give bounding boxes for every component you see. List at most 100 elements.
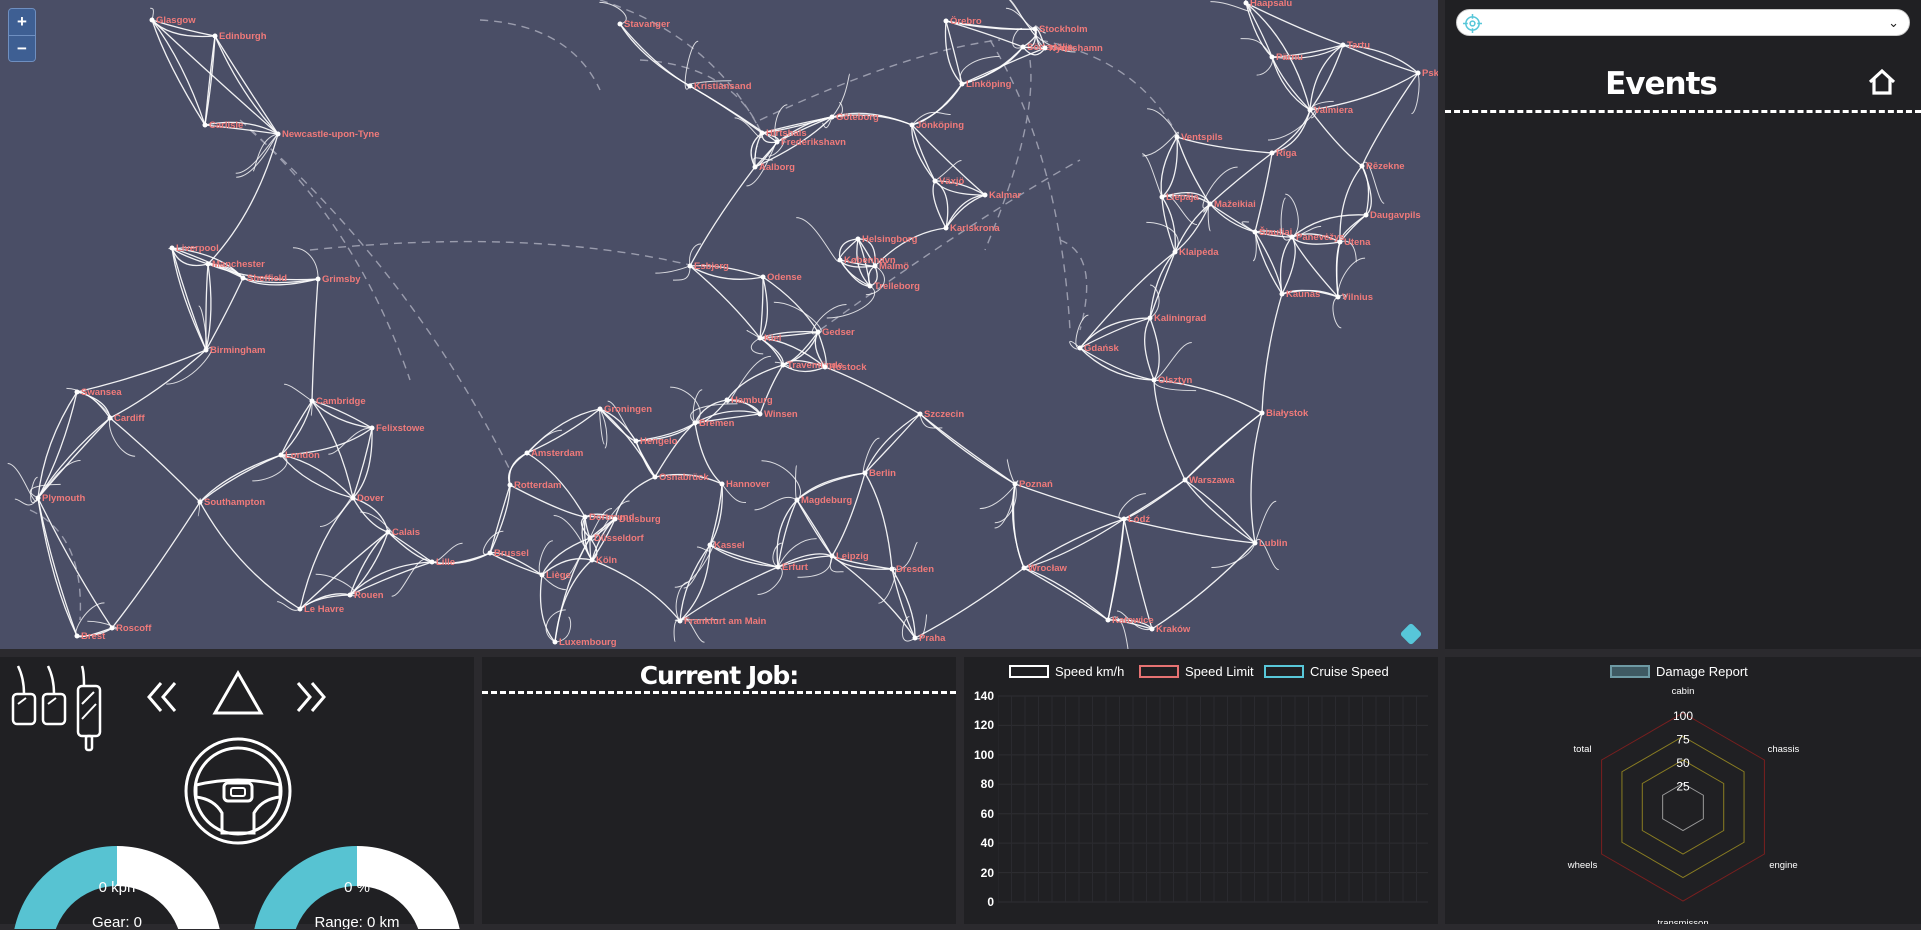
city-label[interactable]: Vilnius xyxy=(1342,292,1373,303)
city-marker[interactable] xyxy=(297,606,303,612)
city-label[interactable]: Odense xyxy=(767,272,802,283)
city-marker[interactable] xyxy=(429,559,435,565)
city-marker[interactable] xyxy=(109,625,115,631)
city-label[interactable]: Leipzig xyxy=(836,551,869,562)
city-label[interactable]: Stockholm xyxy=(1039,24,1088,35)
city-label[interactable]: Sheffield xyxy=(247,273,287,284)
city-marker[interactable] xyxy=(837,257,843,263)
city-marker[interactable] xyxy=(1252,540,1258,546)
city-label[interactable]: Berlin xyxy=(869,468,896,479)
city-marker[interactable] xyxy=(524,450,530,456)
city-label[interactable]: Osnabrück xyxy=(659,472,709,483)
city-marker[interactable] xyxy=(932,178,938,184)
city-marker[interactable] xyxy=(74,389,80,395)
city-label[interactable]: Winsen xyxy=(764,409,798,420)
city-label[interactable]: Aalborg xyxy=(759,162,795,173)
city-label[interactable]: Calais xyxy=(392,527,420,538)
city-label[interactable]: Lublin xyxy=(1259,538,1288,549)
city-label[interactable]: Rostock xyxy=(829,362,867,373)
city-label[interactable]: Felixstowe xyxy=(376,423,425,434)
city-label[interactable]: Örebro xyxy=(950,16,982,27)
city-label[interactable]: Daugavpils xyxy=(1370,210,1421,221)
city-marker[interactable] xyxy=(1020,44,1026,50)
city-label[interactable]: Jönköping xyxy=(916,120,964,131)
city-marker[interactable] xyxy=(597,406,603,412)
city-marker[interactable] xyxy=(197,499,203,505)
city-label[interactable]: Frankfurt am Main xyxy=(684,616,767,627)
city-label[interactable]: Frederikshavn xyxy=(781,137,846,148)
city-marker[interactable] xyxy=(35,495,41,501)
city-marker[interactable] xyxy=(909,122,915,128)
city-marker[interactable] xyxy=(687,263,693,269)
city-marker[interactable] xyxy=(369,425,375,431)
city-marker[interactable] xyxy=(385,529,391,535)
city-label[interactable]: Southampton xyxy=(204,497,265,508)
city-label[interactable]: Erfurt xyxy=(782,562,809,573)
city-label[interactable]: Köln xyxy=(596,555,617,566)
city-label[interactable]: Liège xyxy=(546,570,571,581)
city-marker[interactable] xyxy=(822,364,828,370)
city-label[interactable]: Kaunas xyxy=(1286,289,1320,300)
city-label[interactable]: Cardiff xyxy=(114,413,145,424)
left-turn-signal-icon[interactable] xyxy=(143,677,183,717)
city-label[interactable]: Edinburgh xyxy=(219,31,267,42)
city-label[interactable]: Hamburg xyxy=(731,395,773,406)
city-marker[interactable] xyxy=(677,618,683,624)
city-label[interactable]: Bremen xyxy=(699,418,735,429)
city-label[interactable]: Rotterdam xyxy=(514,480,562,491)
city-marker[interactable] xyxy=(829,114,835,120)
legend-speed-limit[interactable]: Speed Limit xyxy=(1139,663,1254,679)
city-marker[interactable] xyxy=(982,192,988,198)
city-marker[interactable] xyxy=(1359,163,1365,169)
city-marker[interactable] xyxy=(815,329,821,335)
city-label[interactable]: Mažeikiai xyxy=(1214,199,1256,210)
city-label[interactable]: Lille xyxy=(436,557,455,568)
city-label[interactable]: Gdańsk xyxy=(1084,343,1120,354)
city-marker[interactable] xyxy=(1279,291,1285,297)
city-marker[interactable] xyxy=(350,495,356,501)
city-label[interactable]: Amsterdam xyxy=(531,448,583,459)
event-filter-select[interactable]: ⌄ xyxy=(1456,9,1910,36)
map-view[interactable]: Glasgow Edinburgh Carlisle Newcastle-upon-T… xyxy=(0,0,1438,649)
city-label[interactable]: Groningen xyxy=(604,404,652,415)
city-label[interactable]: Brest xyxy=(81,631,106,642)
city-marker[interactable] xyxy=(1415,70,1421,76)
city-marker[interactable] xyxy=(1077,345,1083,351)
city-marker[interactable] xyxy=(539,572,545,578)
city-label[interactable]: Klaipėda xyxy=(1179,247,1219,258)
city-marker[interactable] xyxy=(757,335,763,341)
city-label[interactable]: Liverpool xyxy=(176,243,219,254)
city-marker[interactable] xyxy=(719,481,725,487)
city-marker[interactable] xyxy=(757,411,763,417)
city-marker[interactable] xyxy=(169,245,175,251)
city-label[interactable]: Glasgow xyxy=(156,15,196,26)
city-marker[interactable] xyxy=(1289,234,1295,240)
city-marker[interactable] xyxy=(1307,107,1313,113)
city-label[interactable]: Nynäshamn xyxy=(1049,43,1103,54)
damage-legend[interactable]: Damage Report xyxy=(1610,664,1748,679)
city-label[interactable]: Rīga xyxy=(1276,148,1297,159)
city-label[interactable]: Duisburg xyxy=(619,514,661,525)
city-marker[interactable] xyxy=(752,164,758,170)
city-label[interactable]: Katowice xyxy=(1112,615,1154,626)
city-label[interactable]: Plymouth xyxy=(42,493,85,504)
city-label[interactable]: Stavanger xyxy=(624,19,670,30)
city-marker[interactable] xyxy=(867,283,873,289)
city-marker[interactable] xyxy=(633,438,639,444)
city-label[interactable]: Newcastle-upon-Tyne xyxy=(282,129,379,140)
city-marker[interactable] xyxy=(203,347,209,353)
city-label[interactable]: Liepāja xyxy=(1166,192,1199,203)
city-marker[interactable] xyxy=(1252,229,1258,235)
city-label[interactable]: Hengelo xyxy=(640,436,678,447)
city-label[interactable]: Valmiera xyxy=(1314,105,1354,116)
city-marker[interactable] xyxy=(855,236,861,242)
city-marker[interactable] xyxy=(1335,294,1341,300)
city-marker[interactable] xyxy=(74,633,80,639)
city-label[interactable]: Białystok xyxy=(1266,408,1309,419)
city-marker[interactable] xyxy=(774,139,780,145)
city-label[interactable]: Magdeburg xyxy=(801,495,852,506)
city-marker[interactable] xyxy=(687,83,693,89)
city-label[interactable]: Utena xyxy=(1344,237,1371,248)
city-marker[interactable] xyxy=(780,362,786,368)
city-label[interactable]: Düsseldorf xyxy=(594,533,644,544)
